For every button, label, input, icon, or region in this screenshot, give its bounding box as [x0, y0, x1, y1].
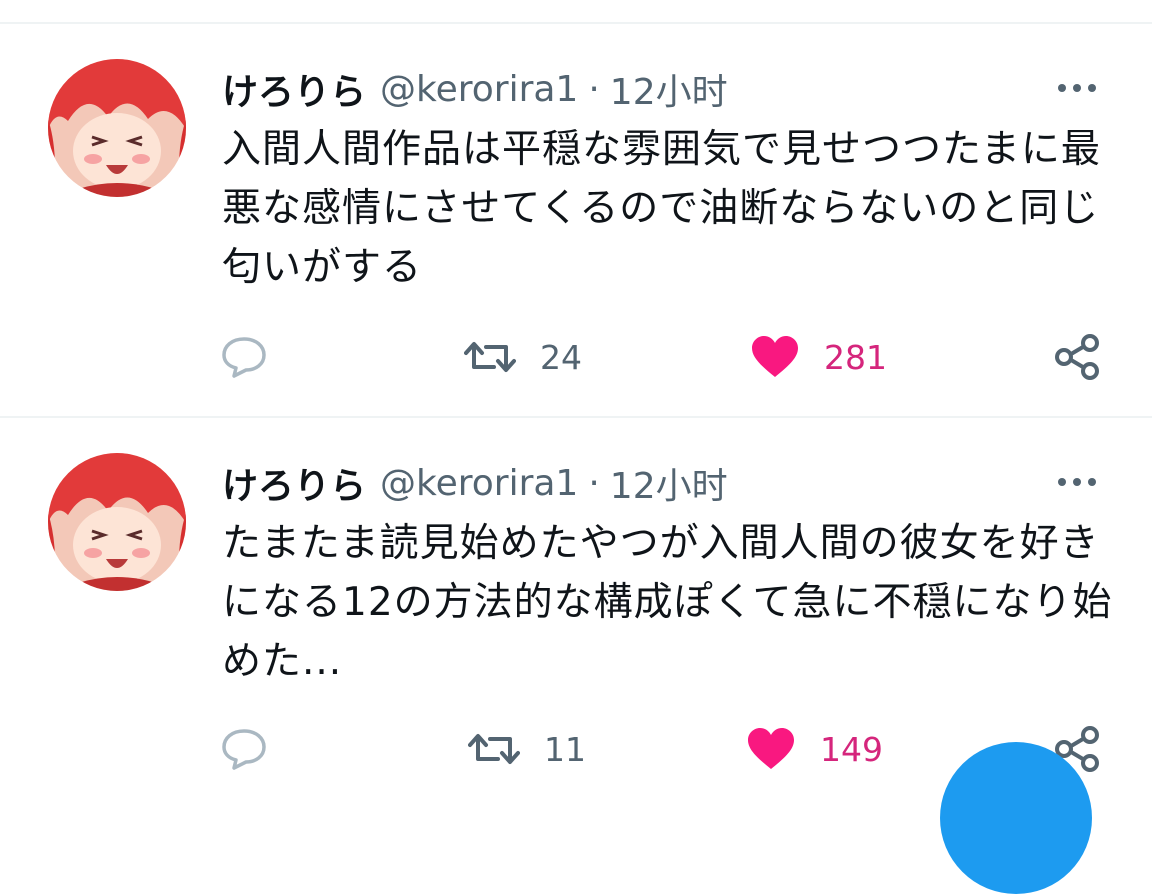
more-button[interactable]	[1054, 68, 1100, 108]
tweet-actions: 24 281	[0, 332, 1152, 382]
like-button[interactable]: 281	[750, 332, 887, 382]
compose-tweet-button[interactable]	[940, 742, 1092, 894]
author-name[interactable]: けろりら	[222, 63, 366, 115]
separator: ·	[588, 68, 600, 110]
reply-button[interactable]	[220, 724, 268, 774]
like-icon	[748, 728, 794, 769]
retweet-count: 24	[540, 337, 582, 377]
tweet-1[interactable]: けろりら @kerorira1 · 12小时 入間人間作品は平穏な雰囲気で見せつ…	[0, 24, 1152, 419]
separator: ·	[588, 462, 600, 504]
like-button[interactable]: 149	[746, 724, 883, 774]
retweet-button[interactable]: 24	[464, 332, 582, 382]
tweet-text: 入間人間作品は平穏な雰囲気で見せつつたまに最悪な感情にさせてくるので油断ならない…	[222, 127, 1101, 290]
tweet-text: たまたま読見始めたやつが入間人間の彼女を好きになる12の方法的な構成ぽくて急に不…	[222, 521, 1113, 684]
like-count: 281	[824, 337, 887, 377]
avatar[interactable]	[48, 59, 186, 197]
retweet-icon	[464, 342, 516, 372]
share-icon	[1055, 334, 1099, 380]
tweet-header: けろりら @kerorira1 · 12小时	[222, 64, 728, 114]
share-button[interactable]	[1054, 332, 1100, 382]
reply-icon	[222, 337, 266, 378]
avatar-image	[48, 453, 186, 591]
reply-icon	[222, 729, 266, 770]
timestamp[interactable]: 12小时	[610, 457, 728, 509]
avatar[interactable]	[48, 453, 186, 591]
reply-button[interactable]	[220, 332, 268, 382]
like-icon	[752, 336, 798, 377]
author-handle[interactable]: @kerorira1	[380, 69, 578, 110]
retweet-button[interactable]: 11	[468, 724, 586, 774]
tweet-header: けろりら @kerorira1 · 12小时	[222, 458, 728, 508]
author-name[interactable]: けろりら	[222, 457, 366, 509]
more-icon	[1058, 84, 1096, 92]
more-button[interactable]	[1054, 462, 1100, 502]
retweet-icon	[468, 734, 520, 764]
timestamp[interactable]: 12小时	[610, 63, 728, 115]
more-icon	[1058, 478, 1096, 486]
like-count: 149	[820, 729, 883, 769]
avatar-image	[48, 59, 186, 197]
retweet-count: 11	[544, 729, 586, 769]
author-handle[interactable]: @kerorira1	[380, 463, 578, 504]
